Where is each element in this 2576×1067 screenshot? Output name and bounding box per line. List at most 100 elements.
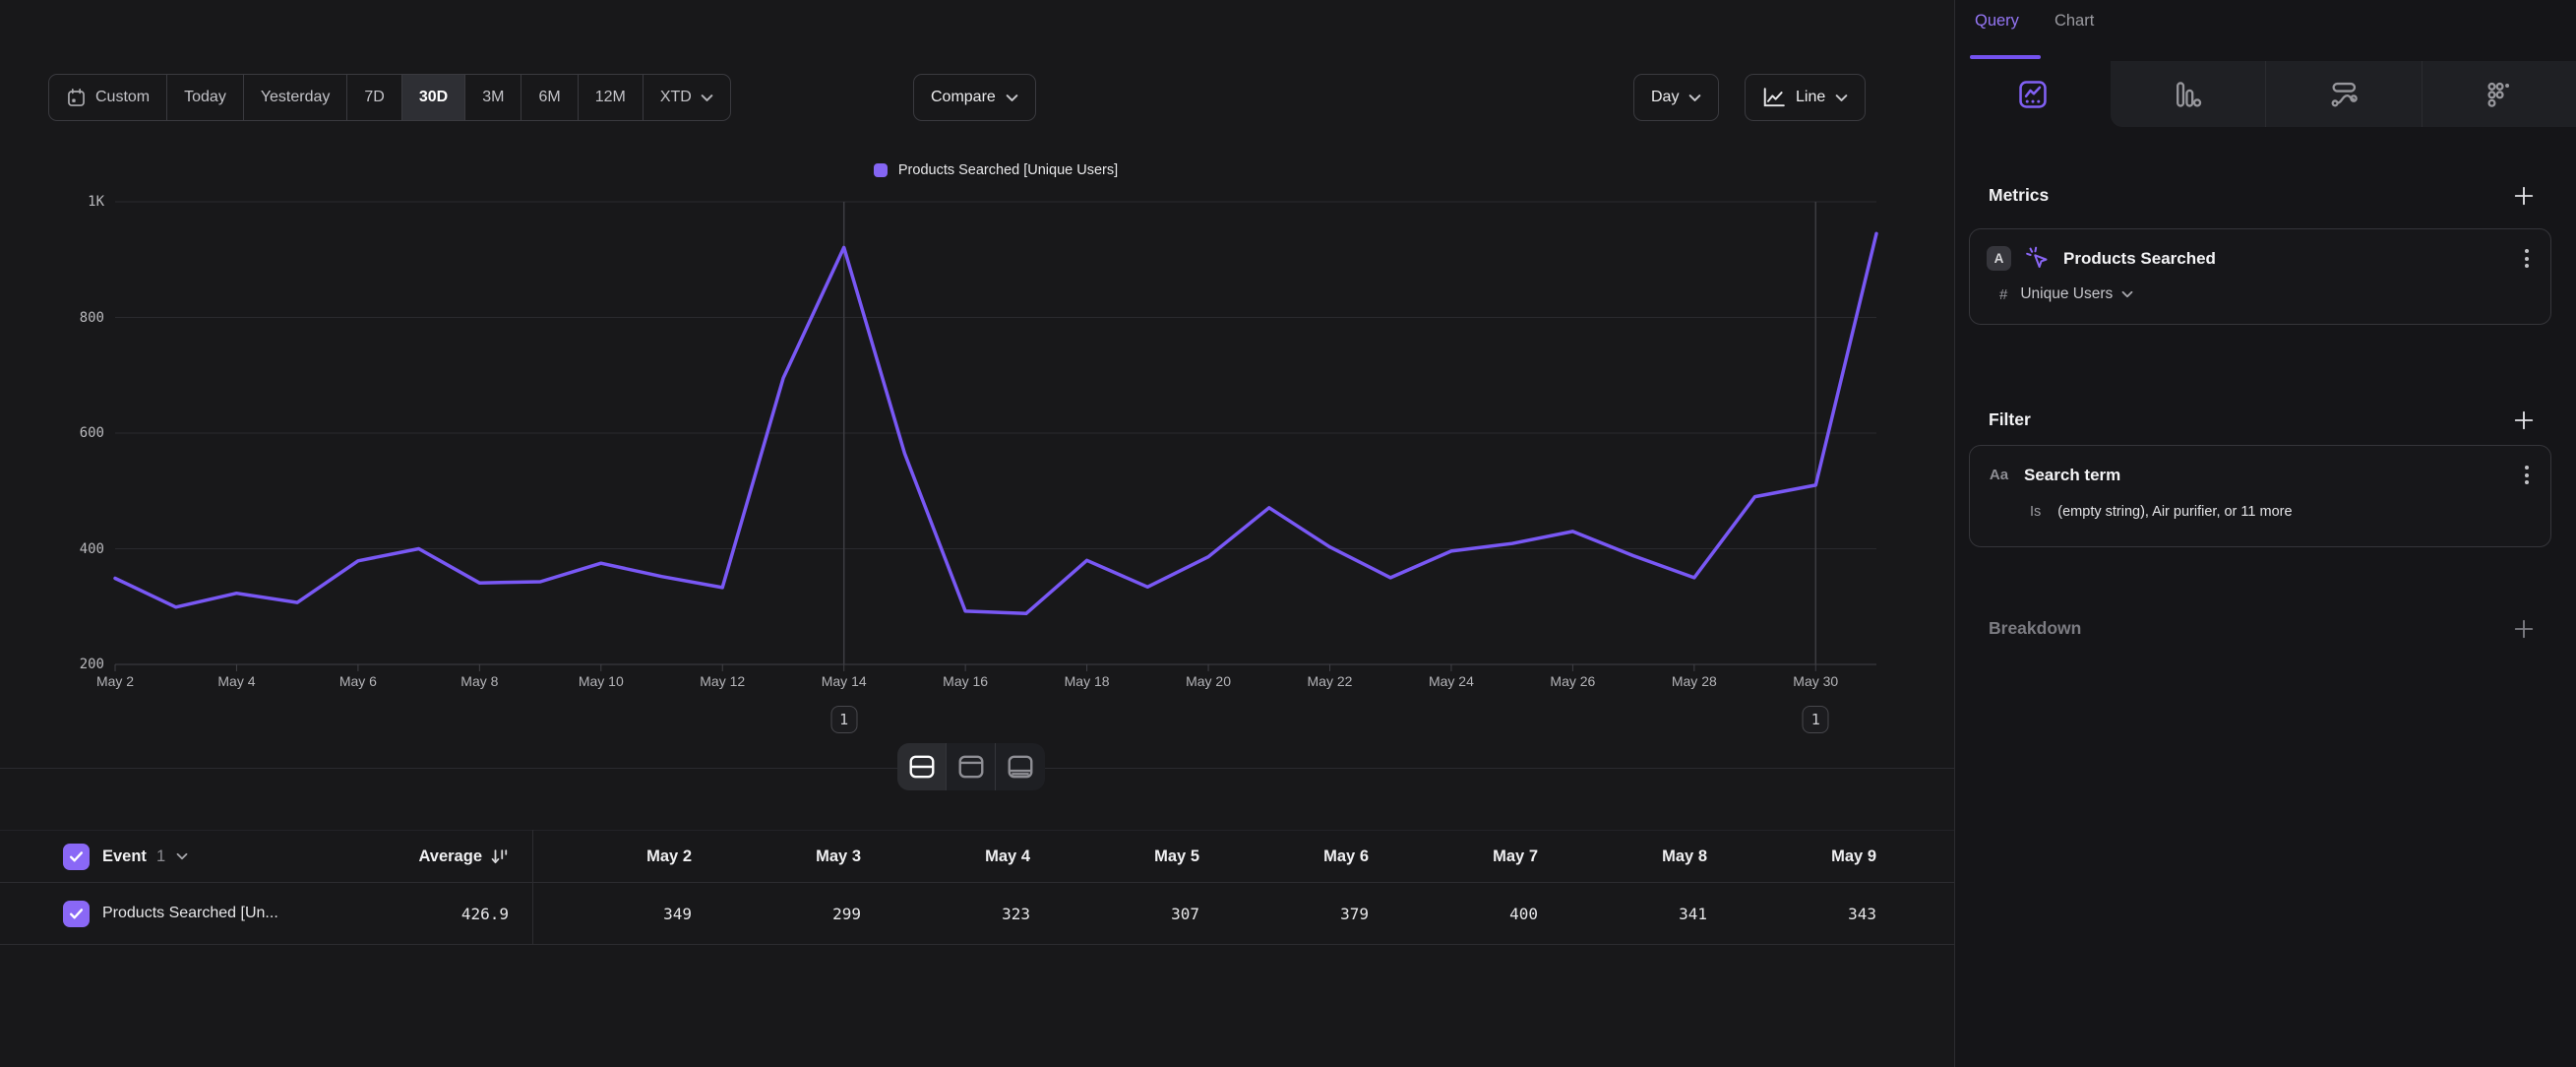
add-filter-button[interactable]	[2513, 409, 2535, 436]
calendar-icon	[66, 88, 87, 108]
add-metric-button[interactable]	[2513, 185, 2535, 212]
date-column-header: May 3	[816, 847, 861, 866]
x-tick-label: May 12	[700, 673, 745, 689]
range-12m[interactable]: 12M	[579, 75, 644, 120]
split-view-icon	[909, 755, 935, 779]
breakdown-heading: Breakdown	[1989, 618, 2081, 639]
sort-descending-icon[interactable]	[490, 847, 509, 866]
range-custom[interactable]: Custom	[49, 75, 167, 120]
annotation-badge[interactable]: 1	[830, 706, 857, 733]
report-type-retention[interactable]	[2422, 61, 2576, 127]
range-yesterday[interactable]: Yesterday	[244, 75, 348, 120]
metric-card[interactable]: A Products Searched # Unique Users	[1969, 228, 2551, 325]
range-label: XTD	[660, 89, 692, 106]
select-all-checkbox[interactable]	[63, 844, 90, 870]
date-range-group: Custom TodayYesterday7D30D 3M 6M 12M XTD	[48, 74, 731, 121]
row-value-cell: 299	[832, 905, 861, 923]
analysis-pane: Custom TodayYesterday7D30D 3M 6M 12M XTD Comp…	[0, 0, 1954, 1067]
filter-value[interactable]: (empty string), Air purifier, or 11 more	[2057, 504, 2292, 520]
y-axis: 1K800600400200	[39, 202, 104, 664]
metrics-heading: Metrics	[1989, 185, 2049, 206]
flows-icon	[2329, 80, 2359, 109]
x-tick-label: May 10	[579, 673, 624, 689]
range-30d[interactable]: 30D	[402, 75, 465, 120]
plus-icon	[2513, 409, 2535, 431]
range-label: 6M	[538, 89, 560, 106]
report-type-switcher	[1955, 61, 2576, 127]
report-type-flows[interactable]	[2265, 61, 2422, 127]
range-label: Custom	[95, 89, 150, 106]
check-icon	[69, 908, 84, 920]
range-3m[interactable]: 3M	[465, 75, 521, 120]
line-chart-icon	[1762, 87, 1786, 108]
date-column-header: May 9	[1831, 847, 1876, 866]
line-chart[interactable]	[115, 202, 1876, 664]
series-line[interactable]	[115, 233, 1876, 613]
plus-icon	[2513, 618, 2535, 640]
layout-chart-maximized-button[interactable]	[947, 743, 996, 790]
check-icon	[69, 850, 84, 863]
row-checkbox[interactable]	[63, 901, 90, 927]
chart-type-label: Line	[1796, 89, 1825, 106]
granularity-button[interactable]: Day	[1633, 74, 1719, 121]
compare-label: Compare	[931, 89, 996, 106]
row-value-cell: 349	[663, 905, 692, 923]
row-value-cell: 307	[1171, 905, 1199, 923]
x-tick-label: May 22	[1308, 673, 1353, 689]
chart-maximized-icon	[958, 755, 984, 779]
x-tick-label: May 6	[339, 673, 377, 689]
x-tick-label: May 14	[822, 673, 867, 689]
panel-tabs: Query Chart	[1975, 12, 2094, 44]
insights-icon	[2018, 80, 2048, 109]
aggregation-symbol: #	[1999, 286, 2007, 303]
y-tick-label: 1K	[88, 194, 104, 210]
range-xtd[interactable]: XTD	[644, 75, 730, 120]
row-value-cell: 400	[1509, 905, 1538, 923]
table-header-row: Event 1 Average May 2May 3May 4May 5May …	[0, 830, 1954, 883]
x-tick-label: May 20	[1186, 673, 1231, 689]
event-click-icon	[2024, 245, 2051, 272]
metric-letter-badge: A	[1987, 246, 2011, 271]
y-tick-label: 400	[80, 541, 104, 557]
tab-query[interactable]: Query	[1975, 12, 2019, 44]
layout-table-maximized-button[interactable]	[996, 743, 1045, 790]
range-label: 3M	[482, 89, 504, 106]
filter-more-options-button[interactable]	[2519, 462, 2535, 488]
tab-chart[interactable]: Chart	[2055, 12, 2094, 44]
string-property-icon: Aa	[1987, 467, 2011, 483]
aggregation-selector[interactable]: Unique Users	[2020, 285, 2133, 303]
report-type-insights[interactable]	[1955, 61, 2111, 127]
pane-layout-switcher	[897, 743, 1045, 790]
layout-split-view-button[interactable]	[897, 743, 947, 790]
retention-icon	[2484, 80, 2514, 109]
x-tick-label: May 26	[1550, 673, 1595, 689]
x-tick-label: May 24	[1429, 673, 1474, 689]
results-table: Event 1 Average May 2May 3May 4May 5May …	[0, 830, 1954, 945]
series-swatch	[874, 163, 888, 177]
chevron-down-icon	[1688, 94, 1701, 102]
granularity-label: Day	[1651, 89, 1679, 106]
filter-operator[interactable]: Is	[2030, 504, 2041, 520]
row-average-value: 426.9	[461, 905, 509, 923]
chevron-down-icon	[1006, 94, 1018, 102]
x-tick-label: May 16	[943, 673, 988, 689]
metric-more-options-button[interactable]	[2519, 245, 2535, 272]
filter-heading: Filter	[1989, 409, 2031, 430]
report-type-funnels[interactable]	[2111, 61, 2266, 127]
add-breakdown-button[interactable]	[2513, 618, 2535, 645]
chart-type-button[interactable]: Line	[1745, 74, 1866, 121]
range-7d[interactable]: 7D	[347, 75, 401, 120]
annotation-row: 11	[115, 706, 1876, 735]
y-tick-label: 600	[80, 425, 104, 441]
event-count: 1	[156, 847, 165, 866]
range-today[interactable]: Today	[167, 75, 244, 120]
compare-button[interactable]: Compare	[913, 74, 1036, 121]
annotation-badge[interactable]: 1	[1803, 706, 1829, 733]
date-column-header: May 7	[1493, 847, 1538, 866]
chevron-down-icon	[1835, 94, 1848, 102]
average-header-label: Average	[418, 847, 482, 866]
x-tick-label: May 8	[460, 673, 498, 689]
filter-card[interactable]: Aa Search term Is (empty string), Air pu…	[1969, 445, 2551, 547]
chevron-down-icon[interactable]	[176, 852, 188, 860]
range-6m[interactable]: 6M	[521, 75, 578, 120]
